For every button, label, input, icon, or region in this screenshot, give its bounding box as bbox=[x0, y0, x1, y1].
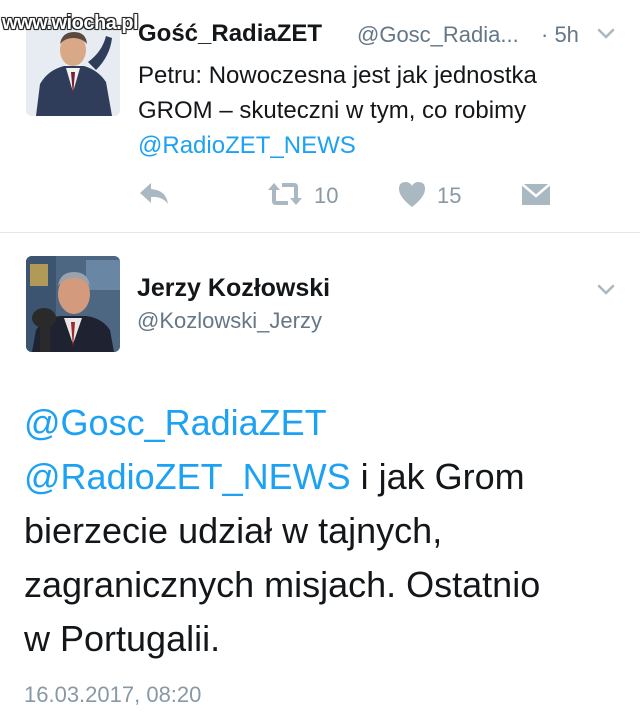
tweet-date: 16.03.2017, 08:20 bbox=[24, 682, 202, 707]
user-handle[interactable]: @Gosc_Radia... bbox=[357, 22, 519, 48]
display-name[interactable]: Gość_RadiaZET bbox=[138, 20, 322, 48]
tweet-text: Petru: Nowoczesna jest jak jednostka GRO… bbox=[138, 58, 618, 163]
heart-icon bbox=[397, 180, 427, 213]
retweet-icon bbox=[266, 181, 304, 212]
reply-icon bbox=[138, 180, 170, 213]
chevron-down-icon[interactable] bbox=[597, 28, 615, 44]
watermark: www.wiocha.pl bbox=[2, 12, 139, 34]
avatar[interactable] bbox=[26, 256, 120, 352]
mention-link[interactable]: @RadioZET_NEWS bbox=[138, 128, 618, 163]
tweet-text-line: @RadioZET_NEWS i jak Grom bbox=[24, 450, 624, 504]
avatar-image bbox=[26, 256, 120, 352]
avatar-image bbox=[26, 22, 120, 116]
mention-link[interactable]: @Gosc_RadiaZET bbox=[24, 396, 624, 450]
tweet-text-fragment: i jak Grom bbox=[350, 456, 525, 497]
avatar[interactable] bbox=[26, 22, 120, 116]
retweet-count: 10 bbox=[314, 183, 339, 208]
tweet-text-line: bierzecie udział w tajnych, bbox=[24, 510, 443, 551]
like-count: 15 bbox=[437, 183, 462, 208]
like-button[interactable]: 15 bbox=[397, 178, 461, 214]
tweet-gosc-radiazet[interactable]: www.wiocha.pl Gość_RadiaZET @Gosc_Radia.… bbox=[0, 0, 640, 232]
timestamp[interactable]: · 5h bbox=[541, 22, 579, 48]
direct-message-button[interactable] bbox=[521, 178, 551, 214]
direct-message-icon bbox=[521, 181, 551, 212]
retweet-button[interactable]: 10 bbox=[266, 178, 338, 214]
divider bbox=[0, 232, 640, 233]
user-handle[interactable]: @Kozlowski_Jerzy bbox=[137, 308, 322, 334]
tweet-text-line: GROM – skuteczni w tym, co robimy bbox=[138, 97, 527, 124]
tweet-text: @Gosc_RadiaZET @RadioZET_NEWS i jak Grom… bbox=[24, 396, 624, 666]
display-name[interactable]: Jerzy Kozłowski bbox=[137, 274, 330, 303]
tweet-actions: 10 15 bbox=[0, 178, 640, 214]
tweet-text-line: w Portugalii. bbox=[24, 618, 221, 659]
tweet-text-line: zagranicznych misjach. Ostatnio bbox=[24, 564, 541, 605]
chevron-down-icon[interactable] bbox=[597, 284, 615, 300]
reply-button[interactable] bbox=[138, 178, 170, 214]
mention-link[interactable]: @RadioZET_NEWS bbox=[24, 456, 351, 497]
tweet-text-line: Petru: Nowoczesna jest jak jednostka bbox=[138, 62, 537, 89]
